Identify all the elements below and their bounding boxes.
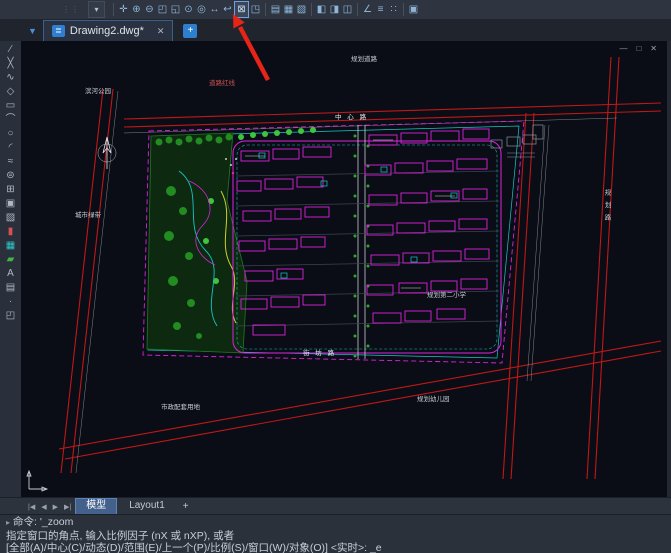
cad-app-window: ⋮⋮ ▾ ✛ ⊕ ⊖ ◰ ◱ ⊙ ◎ ↔ ↩ ⊠ ◳ ▤ ▦ ▧ ◧ ◨ ◫ ∠…	[0, 0, 671, 553]
options-icon[interactable]: ▣	[407, 2, 420, 17]
toolbar-separator	[113, 3, 114, 16]
zoom-realtime-icon[interactable]: ⊕	[130, 2, 143, 17]
cross-streets	[236, 171, 499, 326]
polygon-tool-icon[interactable]: ◇	[2, 85, 19, 99]
ucs-icon	[27, 471, 47, 491]
close-icon[interactable]: ✕	[650, 44, 657, 53]
minimize-icon[interactable]: —	[619, 44, 627, 53]
document-tab[interactable]: ≣ Drawing2.dwg* ✕	[43, 20, 174, 41]
table-tool-icon[interactable]: ▤	[2, 281, 19, 295]
color-tool-icon[interactable]: ▰	[2, 253, 19, 267]
ellipse-tool-icon[interactable]: ⊜	[2, 169, 19, 183]
arc-tool-icon[interactable]: ⌒	[2, 113, 19, 127]
list-icon[interactable]: ≡	[374, 2, 387, 17]
layers-icon[interactable]: ◧	[315, 2, 328, 17]
zoom-extents-icon[interactable]: ⊠	[234, 1, 249, 18]
visual-styles-icon[interactable]: ▧	[295, 2, 308, 17]
pan-icon[interactable]: ✛	[117, 2, 130, 17]
drawing-canvas[interactable]: 规划道路 道路红线 滨河公园 城市绿带 中 心 路 规 划 路 规划第二小学 街…	[21, 41, 667, 497]
plan-label-greenbelt: 城市绿带	[75, 209, 101, 219]
command-prompt-line[interactable]: [全部(A)/中心(C)/动态(D)/范围(E)/上一个(P)/比例(S)/窗口…	[6, 542, 665, 553]
plan-label-road-ne: 规划道路	[351, 53, 377, 63]
context-buildings	[491, 125, 543, 157]
zoom-center-icon[interactable]: ⊙	[182, 2, 195, 17]
layout-tab-bar: |◀ ◀ ▶ ▶| 模型 Layout1 +	[0, 497, 671, 515]
line-tool-icon[interactable]: ∕	[2, 43, 19, 57]
command-line-panel[interactable]: ▸命令: '_zoom 指定窗口的角点, 输入比例因子 (nX 或 nXP), …	[0, 514, 671, 553]
region-tool-icon[interactable]: ◰	[2, 309, 19, 323]
document-tab-title: Drawing2.dwg*	[70, 25, 144, 37]
plan-label-road-right: 规 划 路	[601, 189, 611, 222]
draw-toolbar: ∕ ╳ ∿ ◇ ▭ ⌒ ○ ◜ ≈ ⊜ ⊞ ▣ ▨ ▮ ▦ ▰ A ▤ ∙ ◰	[0, 41, 22, 497]
tab-close-icon[interactable]: ✕	[157, 26, 165, 37]
hatch-tool-icon[interactable]: ▨	[2, 211, 19, 225]
toolbar-separator	[403, 3, 404, 16]
restore-icon[interactable]: □	[636, 44, 641, 53]
command-history-line: 指定窗口的角点, 输入比例因子 (nX 或 nXP), 或者	[6, 530, 665, 543]
zoom-window-icon[interactable]: ◰	[156, 2, 169, 17]
toolbar-separator	[357, 3, 358, 16]
toolbar-grip[interactable]: ⋮⋮	[62, 5, 80, 14]
text-tool-icon[interactable]: A	[2, 267, 19, 281]
plan-label-road-inner: 街 坊 路	[303, 347, 336, 357]
rectangle-tool-icon[interactable]: ▭	[2, 99, 19, 113]
layers-tool-icon[interactable]: ▦	[2, 239, 19, 253]
measure-icon[interactable]: ∠	[361, 2, 374, 17]
polyline-tool-icon[interactable]: ∿	[2, 71, 19, 85]
revcloud-tool-icon[interactable]: ◜	[2, 141, 19, 155]
next-layout-icon[interactable]: ▶	[51, 503, 60, 511]
new-drawing-icon[interactable]: +	[183, 24, 197, 38]
drawing-window-controls: — □ ✕	[619, 44, 657, 53]
toolbar-separator	[265, 3, 266, 16]
point-style-icon[interactable]: ∷	[387, 2, 400, 17]
toolbar-separator	[311, 3, 312, 16]
plan-label-utility: 市政配套用地	[161, 401, 200, 411]
viewports-icon[interactable]: ▦	[282, 2, 295, 17]
first-layout-icon[interactable]: |◀	[26, 503, 37, 511]
command-history-line: ▸命令: '_zoom	[6, 516, 665, 530]
zoom-all-icon[interactable]: ◳	[249, 2, 262, 17]
document-tab-bar: ▼ ≣ Drawing2.dwg* ✕ +	[0, 19, 671, 41]
zoom-object-icon[interactable]: ◎	[195, 2, 208, 17]
xline-tool-icon[interactable]: ╳	[2, 57, 19, 71]
toolbar-dropdown-icon[interactable]: ▾	[88, 1, 105, 18]
dimension-tool-icon[interactable]: ▮	[2, 225, 19, 239]
zoom-dynamic-icon[interactable]: ◱	[169, 2, 182, 17]
insert-block-tool-icon[interactable]: ⊞	[2, 183, 19, 197]
spline-tool-icon[interactable]: ≈	[2, 155, 19, 169]
last-layout-icon[interactable]: ▶|	[62, 503, 73, 511]
tab-model[interactable]: 模型	[75, 498, 117, 515]
command-prompt-icon: ▸	[6, 518, 10, 527]
dwg-file-icon: ≣	[52, 25, 65, 37]
north-arrow-icon	[98, 137, 116, 169]
site-plan-drawing	[21, 41, 667, 497]
circle-tool-icon[interactable]: ○	[2, 127, 19, 141]
properties-icon[interactable]: ◫	[341, 2, 354, 17]
white-ticks	[245, 140, 455, 288]
plan-label-school: 规划第二小学	[427, 289, 466, 299]
named-views-icon[interactable]: ▤	[269, 2, 282, 17]
tab-list-caret-icon[interactable]: ▼	[28, 26, 37, 36]
plan-label-kindergarten: 规划幼儿园	[417, 393, 450, 403]
plan-label-redline: 道路红线	[209, 77, 235, 87]
plan-label-road-top: 中 心 路	[335, 111, 368, 121]
tab-layout1[interactable]: Layout1	[119, 499, 175, 514]
zoom-previous-icon[interactable]: ↩	[221, 2, 234, 17]
prev-layout-icon[interactable]: ◀	[39, 503, 48, 511]
zoom-scale-icon[interactable]: ↔	[208, 2, 221, 17]
plan-label-park: 滨河公园	[85, 85, 111, 95]
zoom-out-icon[interactable]: ⊖	[143, 2, 156, 17]
make-block-tool-icon[interactable]: ▣	[2, 197, 19, 211]
layer-states-icon[interactable]: ◨	[328, 2, 341, 17]
top-toolbar: ⋮⋮ ▾ ✛ ⊕ ⊖ ◰ ◱ ⊙ ◎ ↔ ↩ ⊠ ◳ ▤ ▦ ▧ ◧ ◨ ◫ ∠…	[0, 0, 671, 20]
point-tool-icon[interactable]: ∙	[2, 295, 19, 309]
add-layout-button[interactable]: +	[177, 501, 195, 512]
park-landscape	[147, 127, 316, 353]
